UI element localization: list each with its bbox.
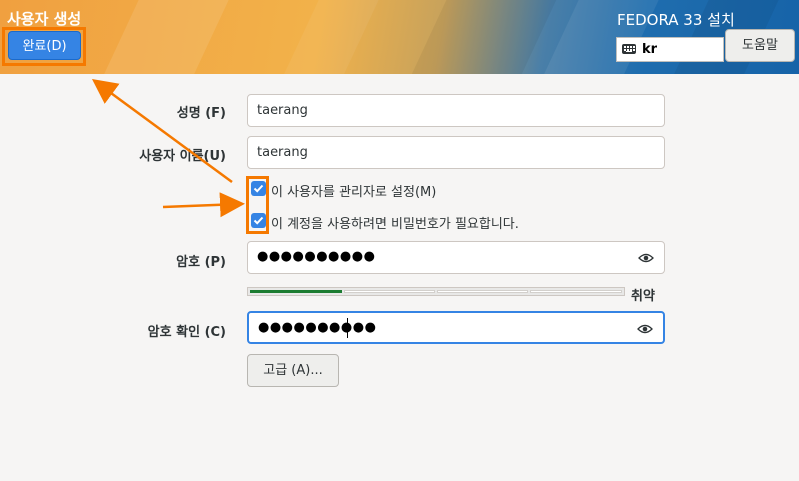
- advanced-button[interactable]: 고급 (A)...: [247, 354, 339, 387]
- password-field[interactable]: ●●●●●●●●●●: [247, 241, 665, 274]
- checkbox-highlight-box: [246, 176, 269, 234]
- eye-icon[interactable]: [637, 322, 653, 336]
- eye-icon[interactable]: [638, 251, 654, 265]
- keyboard-layout-label: kr: [642, 42, 658, 57]
- fullname-value: taerang: [257, 103, 308, 118]
- header-banner: 사용자 생성 완료(D) FEDORA 33 설치 kr 도움말: [0, 0, 799, 74]
- done-highlight-box: [2, 27, 86, 66]
- arrow-to-checkboxes: [162, 192, 245, 218]
- strength-segment: [344, 290, 435, 293]
- strength-segment: [250, 290, 342, 293]
- install-title: FEDORA 33 설치: [617, 11, 735, 29]
- help-button[interactable]: 도움말: [725, 29, 795, 62]
- username-value: taerang: [257, 145, 308, 160]
- text-cursor: [347, 318, 348, 338]
- confirm-password-label: 암호 확인 (C): [147, 325, 226, 340]
- require-password-checkbox-label: 이 계정을 사용하려면 비밀번호가 필요합니다.: [271, 217, 519, 232]
- strength-segment: [437, 290, 528, 293]
- page-title: 사용자 생성: [7, 10, 82, 28]
- fullname-field[interactable]: taerang: [247, 94, 665, 127]
- password-value: ●●●●●●●●●●: [257, 249, 376, 264]
- arrow-to-done-button: [91, 79, 233, 184]
- fullname-label: 성명 (F): [176, 106, 226, 121]
- confirm-password-value: ●●●●●●●●●●: [258, 320, 377, 335]
- username-field[interactable]: taerang: [247, 136, 665, 169]
- keyboard-layout-indicator[interactable]: kr: [616, 37, 724, 62]
- password-label: 암호 (P): [176, 255, 226, 270]
- strength-segment: [530, 290, 622, 293]
- username-label: 사용자 이름(U): [139, 149, 226, 164]
- password-strength-label: 취약: [631, 289, 655, 304]
- confirm-password-field[interactable]: ●●●●●●●●●●: [247, 311, 665, 344]
- password-strength-meter: [247, 287, 625, 296]
- admin-checkbox-label: 이 사용자를 관리자로 설정(M): [271, 185, 437, 200]
- keyboard-icon: [622, 44, 636, 54]
